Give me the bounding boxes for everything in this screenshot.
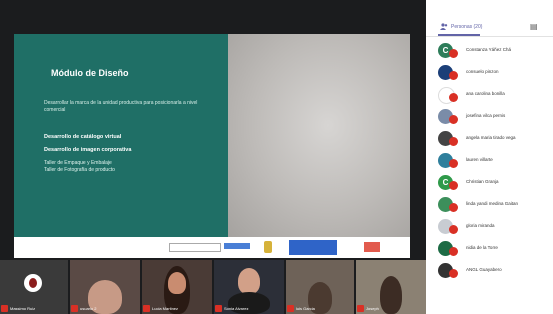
- video-strip: Massimo Ruiz usuario 2 Lucia Martinez So…: [0, 260, 426, 314]
- mic-muted-icon: [449, 49, 458, 58]
- panel-tabs: Personas (20) ▤: [426, 18, 553, 37]
- participant-row[interactable]: C Christian Granja: [426, 172, 553, 194]
- participant-row[interactable]: ANGL Guayabero: [426, 260, 553, 282]
- participant-name: josefina vilca pernis: [466, 113, 506, 118]
- slide-bullet: Desarrollo de imagen corporativa: [44, 147, 132, 153]
- participant-name: gloria miranda: [466, 223, 495, 228]
- tile-name: usuario 2: [80, 306, 97, 311]
- mic-muted-icon: [449, 247, 458, 256]
- slide-bullet: Taller de Empaque y Embalaje: [44, 160, 112, 166]
- mic-muted-icon: [143, 305, 150, 312]
- participant-name: Constanza Yáñez Chá: [466, 47, 511, 52]
- video-tile[interactable]: usuario 2: [70, 260, 140, 314]
- participant-name: ana carolina bonilla: [466, 91, 505, 96]
- video-tile[interactable]: Massimo Ruiz: [0, 260, 68, 314]
- mic-muted-icon: [449, 225, 458, 234]
- slide-bullet: Desarrollo de catálogo virtual: [44, 134, 122, 140]
- participant-row[interactable]: gloria miranda: [426, 216, 553, 238]
- mic-muted-icon: [71, 305, 78, 312]
- video-tile[interactable]: Lucia Martinez: [142, 260, 212, 314]
- slide-subtitle: Desarrollar la marca de la unidad produc…: [44, 100, 198, 113]
- mic-muted-icon: [449, 71, 458, 80]
- shared-slide: Módulo de Diseño Desarrollar la marca de…: [14, 34, 553, 258]
- slide-footer: [14, 237, 410, 258]
- participant-name: linda yandi medina Gaitan: [466, 201, 519, 206]
- tile-name: Lucia Martinez: [152, 306, 179, 311]
- mic-muted-icon: [449, 137, 458, 146]
- slide-image-panel: [228, 34, 553, 237]
- people-icon: [440, 23, 448, 30]
- participant-row[interactable]: josefina vilca pernis: [426, 106, 553, 128]
- participant-row[interactable]: consuelo pinzon: [426, 62, 553, 84]
- participant-row[interactable]: ana carolina bonilla: [426, 84, 553, 106]
- participant-name: angela maria tirado vega: [466, 135, 516, 140]
- avatar: [24, 274, 42, 292]
- footer-logo-blue: [224, 243, 250, 249]
- slide-text-panel: Módulo de Diseño Desarrollar la marca de…: [14, 34, 228, 237]
- mic-muted-icon: [449, 181, 458, 190]
- mic-muted-icon: [449, 115, 458, 124]
- mic-muted-icon: [449, 203, 458, 212]
- mic-muted-icon: [287, 305, 294, 312]
- video-tile[interactable]: Joseph: [356, 260, 426, 314]
- active-tab-indicator: [438, 34, 480, 36]
- participant-row[interactable]: linda yandi medina Gaitan: [426, 194, 553, 216]
- mic-muted-icon: [449, 93, 458, 102]
- tab-people-label: Personas (20): [451, 23, 483, 30]
- mic-muted-icon: [215, 305, 222, 312]
- participant-list: C Constanza Yáñez Chá consuelo pinzon ana c…: [426, 40, 553, 282]
- tile-name: luis Garcia: [296, 306, 315, 311]
- video-tile[interactable]: luis Garcia: [286, 260, 354, 314]
- slide-title: Módulo de Diseño: [51, 68, 129, 78]
- participant-row[interactable]: angela maria tirado vega: [426, 128, 553, 150]
- video-tile[interactable]: Sonia Alvarez: [214, 260, 284, 314]
- footer-logo-red: [364, 242, 380, 252]
- tile-name: Joseph: [366, 306, 379, 311]
- participant-name: lauren villarte: [466, 157, 493, 162]
- presentation-area: Módulo de Diseño Desarrollar la marca de…: [0, 0, 553, 314]
- participant-row[interactable]: C Constanza Yáñez Chá: [426, 40, 553, 62]
- mic-muted-icon: [1, 305, 8, 312]
- tile-name: Sonia Alvarez: [224, 306, 249, 311]
- participant-name: ANGL Guayabero: [466, 267, 502, 272]
- tab-people[interactable]: Personas (20): [440, 23, 482, 30]
- slide-bullet: Taller de Fotografía de producto: [44, 167, 115, 173]
- mic-muted-icon: [449, 159, 458, 168]
- mic-muted-icon: [357, 305, 364, 312]
- mic-muted-icon: [449, 269, 458, 278]
- footer-field: [169, 243, 221, 252]
- participant-name: nidia de la Torre: [466, 245, 498, 250]
- slide-bullet-list: Desarrollo de catálogo virtual Desarroll…: [44, 134, 214, 174]
- chat-icon[interactable]: ▤: [530, 22, 538, 31]
- participants-panel: Personas (20) ▤ C Constanza Yáñez Chá cons…: [426, 0, 553, 314]
- participant-row[interactable]: nidia de la Torre: [426, 238, 553, 260]
- footer-logo-block: [289, 240, 337, 255]
- tile-name: Massimo Ruiz: [10, 306, 36, 311]
- participant-row[interactable]: lauren villarte: [426, 150, 553, 172]
- participant-name: consuelo pinzon: [466, 69, 499, 74]
- participant-name: Christian Granja: [466, 179, 499, 184]
- crest-icon: [264, 241, 272, 253]
